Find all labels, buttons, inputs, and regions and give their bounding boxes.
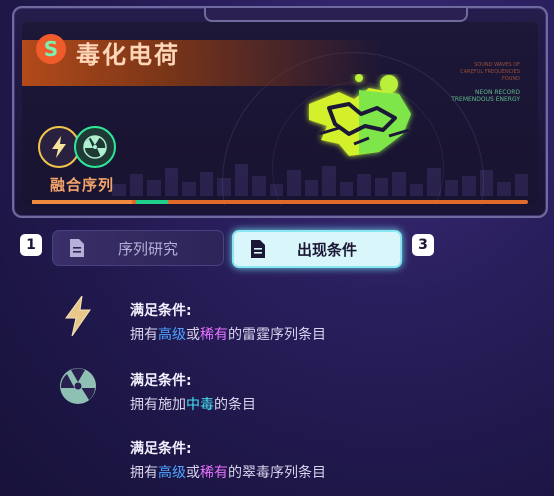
progress-segment: [32, 200, 132, 204]
toxic-charge-emblem: [299, 74, 429, 178]
rarity-rare: 稀有: [200, 327, 228, 343]
s-rune-icon: S: [36, 34, 66, 64]
deco-line: NEON RECORD: [474, 89, 520, 96]
document-icon: [248, 238, 268, 260]
condition-title: 满足条件:: [130, 373, 192, 389]
sequence-title: 毒化电荷: [76, 41, 180, 69]
desc-text: 的雷霆序列条目: [228, 327, 326, 343]
condition-description: 拥有高级或稀有的翠毒序列条目: [130, 462, 326, 482]
radiation-icon: [56, 364, 100, 408]
desc-text: 拥有施加: [130, 397, 186, 413]
deco-line: FOUND: [501, 76, 520, 82]
desc-text: 或: [186, 327, 200, 343]
deco-line: TREMENDOUS ENERGY: [451, 96, 520, 103]
condition-description: 拥有施加中毒的条目: [130, 394, 256, 414]
condition-title: 满足条件:: [130, 303, 192, 319]
rarity-advanced: 高级: [158, 465, 186, 481]
lightning-icon: [56, 294, 100, 338]
desc-text: 的条目: [214, 397, 256, 413]
deco-text: SOUND WAVES OF CAREFUL FREQUENCIES FOUND…: [451, 62, 520, 103]
tab-sequence-research[interactable]: 序列研究: [52, 230, 224, 266]
deco-line: CAREFUL FREQUENCIES: [460, 69, 520, 75]
tab-appearance-conditions[interactable]: 出现条件: [232, 230, 402, 268]
deco-line: SOUND WAVES OF: [474, 62, 520, 68]
desc-text: 的翠毒序列条目: [228, 465, 326, 481]
desc-text: 拥有: [130, 465, 158, 481]
tab-label: 序列研究: [117, 239, 178, 258]
condition-description: 拥有高级或稀有的雷霆序列条目: [130, 324, 326, 344]
status-poison: 中毒: [186, 397, 214, 413]
desc-text: 拥有: [130, 327, 158, 343]
sequence-progress-bar: [32, 200, 528, 204]
document-icon: [67, 237, 87, 259]
desc-text: 或: [186, 465, 200, 481]
fusion-sequence-label: 融合序列: [50, 176, 115, 194]
rarity-advanced: 高级: [158, 327, 186, 343]
condition-title: 满足条件:: [130, 441, 192, 457]
tab-prev-key-hint: 1: [20, 234, 42, 256]
tab-next-key-hint: 3: [412, 234, 434, 256]
radiation-icon: [74, 126, 116, 168]
progress-segment-active: [136, 200, 168, 204]
card-notch: [204, 8, 468, 22]
tab-label: 出现条件: [296, 240, 357, 259]
sequence-card: SOUND WAVES OF CAREFUL FREQUENCIES FOUND…: [12, 6, 548, 218]
rarity-rare: 稀有: [200, 465, 228, 481]
